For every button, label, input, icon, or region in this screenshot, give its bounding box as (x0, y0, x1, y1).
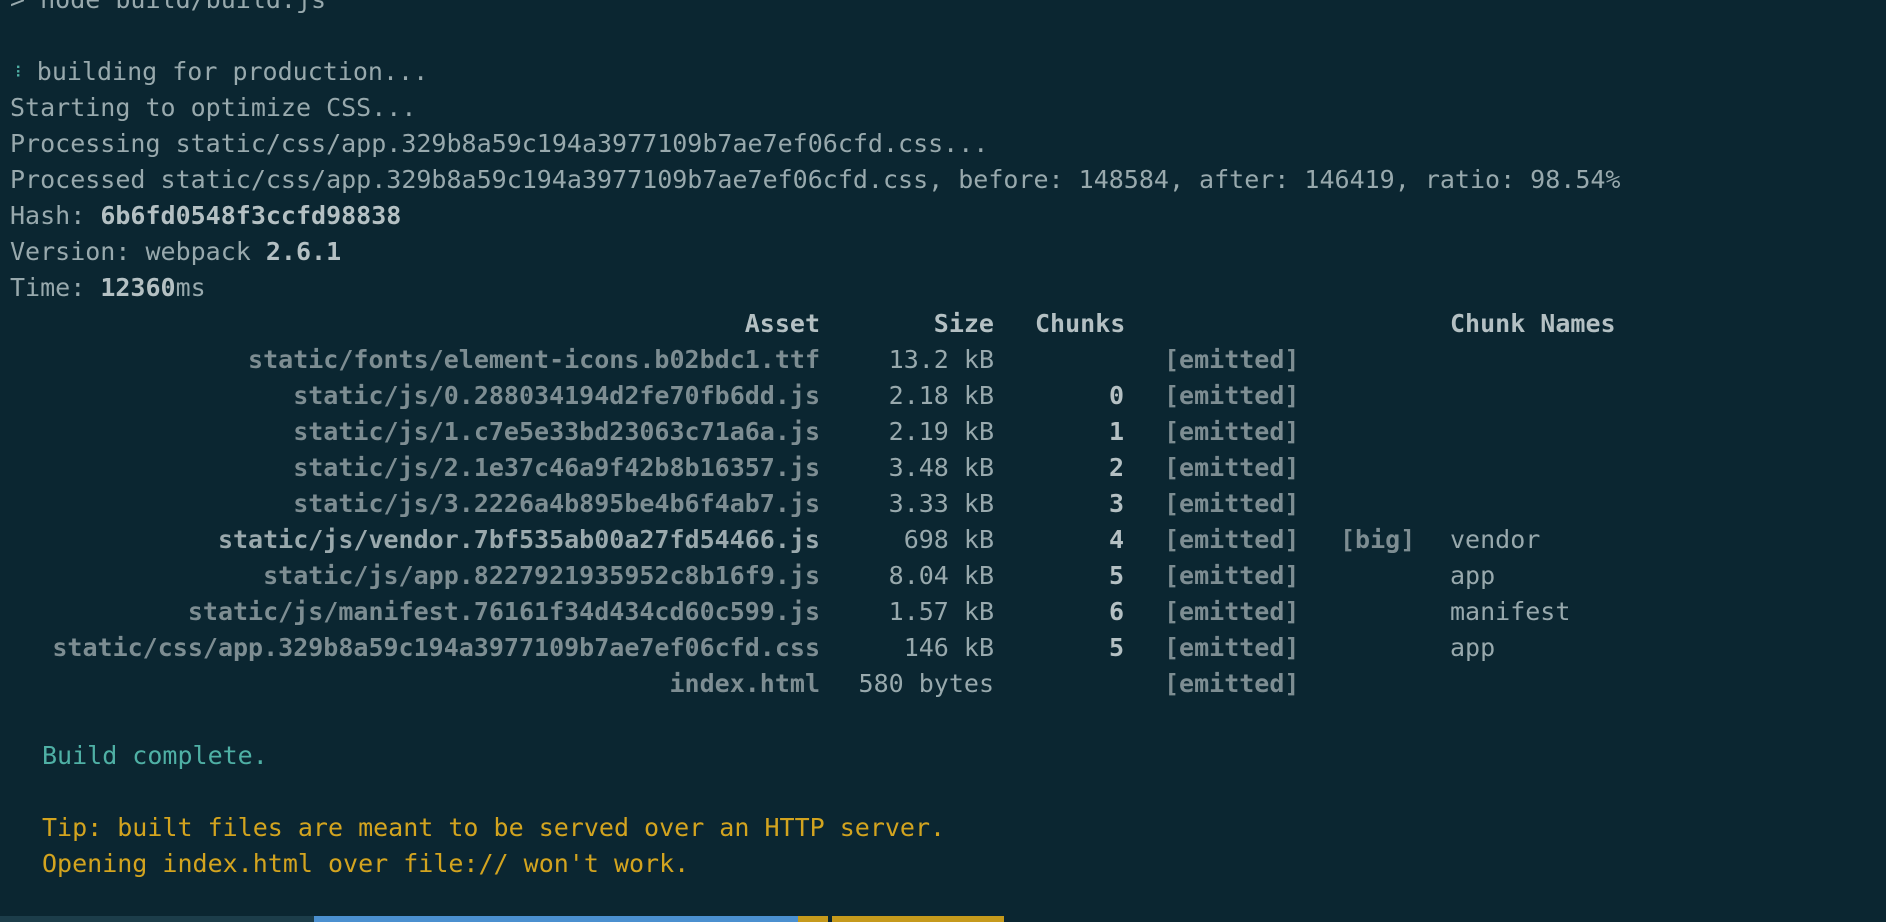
tip-line-1: Tip: built files are meant to be served … (42, 813, 946, 842)
version-value: 2.6.1 (265, 237, 342, 266)
asset-name: index.html (669, 669, 820, 698)
status-bar (0, 916, 1886, 922)
asset-name: static/fonts/element-icons.b02bdc1.ttf (248, 345, 820, 374)
asset-size: 580 bytes (858, 669, 994, 698)
status-segment-3 (798, 916, 828, 922)
processed-line: Processed static/css/app.329b8a59c194a39… (10, 165, 1621, 194)
asset-emitted-status: [emitted] (1164, 489, 1300, 518)
asset-emitted-status: [emitted] (1164, 597, 1300, 626)
asset-chunk: 4 (1108, 525, 1124, 554)
asset-size: 2.18 kB (888, 381, 994, 410)
asset-chunk-name: manifest (1450, 597, 1571, 626)
asset-size: 3.33 kB (888, 489, 994, 518)
asset-name: static/css/app.329b8a59c194a3977109b7ae7… (52, 633, 820, 662)
header-size: Size (933, 309, 994, 338)
asset-emitted-status: [emitted] (1164, 417, 1300, 446)
asset-name: static/js/vendor.7bf535ab00a27fd54466.js (217, 525, 820, 554)
build-complete: Build complete. (42, 741, 268, 770)
asset-chunk: 6 (1108, 597, 1124, 626)
asset-emitted-status: [emitted] (1164, 561, 1300, 590)
command-line: > node build/build.js (10, 0, 326, 18)
asset-emitted-status: [emitted] (1164, 453, 1300, 482)
asset-emitted-status: [emitted] (1164, 345, 1300, 374)
processing-line: Processing static/css/app.329b8a59c194a3… (10, 129, 989, 158)
status-segment-2 (314, 916, 798, 922)
asset-chunk: 5 (1108, 633, 1124, 662)
asset-chunk-name: app (1450, 633, 1496, 662)
asset-size: 13.2 kB (888, 345, 994, 374)
building-line: ⠸ building for production... (10, 54, 428, 90)
asset-size: 698 kB (903, 525, 994, 554)
asset-size: 2.19 kB (888, 417, 994, 446)
asset-chunk: 3 (1108, 489, 1124, 518)
time-unit: ms (175, 273, 206, 302)
hash-label: Hash: (10, 201, 101, 230)
header-asset: Asset (744, 309, 820, 338)
spinner-icon: ⠸ (10, 63, 22, 82)
time-line: Time: 12360ms (10, 270, 206, 306)
asset-chunk-name: app (1450, 561, 1496, 590)
asset-chunk: 5 (1108, 561, 1124, 590)
asset-name: static/js/2.1e37c46a9f42b8b16357.js (293, 453, 820, 482)
asset-size: 8.04 kB (888, 561, 994, 590)
asset-chunk: 0 (1108, 381, 1124, 410)
asset-big-flag: [big] (1340, 525, 1416, 554)
version-line: Version: webpack 2.6.1 (10, 234, 341, 270)
time-value: 12360 (100, 273, 176, 302)
hash-line: Hash: 6b6fd0548f3ccfd98838 (10, 198, 401, 234)
header-chunk-names: Chunk Names (1450, 309, 1616, 338)
header-chunks: Chunks (1035, 309, 1126, 338)
building-text: building for production... (36, 57, 429, 86)
status-segment-4 (832, 916, 1004, 922)
asset-emitted-status: [emitted] (1164, 381, 1300, 410)
asset-chunk: 2 (1108, 453, 1124, 482)
asset-name: static/js/3.2226a4b895be4b6f4ab7.js (293, 489, 820, 518)
asset-name: static/js/manifest.76161f34d434cd60c599.… (187, 597, 820, 626)
time-label: Time: (10, 273, 101, 302)
hash-value: 6b6fd0548f3ccfd98838 (100, 201, 402, 230)
status-segment-1 (0, 916, 314, 922)
asset-name: static/js/1.c7e5e33bd23063c71a6a.js (293, 417, 820, 446)
version-label: Version: webpack (10, 237, 266, 266)
asset-emitted-status: [emitted] (1164, 669, 1300, 698)
asset-size: 146 kB (903, 633, 994, 662)
asset-chunk-name: vendor (1450, 525, 1541, 554)
asset-size: 3.48 kB (888, 453, 994, 482)
asset-emitted-status: [emitted] (1164, 525, 1300, 554)
asset-emitted-status: [emitted] (1164, 633, 1300, 662)
asset-chunk: 1 (1108, 417, 1124, 446)
asset-size: 1.57 kB (888, 597, 994, 626)
optimize-line: Starting to optimize CSS... (10, 93, 417, 122)
tip-line-2: Opening index.html over file:// won't wo… (42, 849, 690, 878)
asset-name: static/js/0.288034194d2fe70fb6dd.js (293, 381, 820, 410)
asset-name: static/js/app.8227921935952c8b16f9.js (263, 561, 820, 590)
